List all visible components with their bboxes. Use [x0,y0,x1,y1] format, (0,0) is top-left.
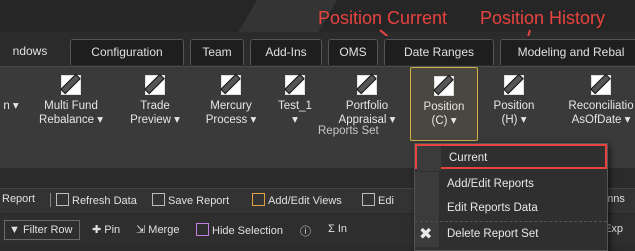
reconciliation-asofdate-button[interactable]: Reconciliatio AsOfDate ▾ [556,73,635,139]
ribbon-button-label: AsOfDate ▾ [571,114,631,126]
edit-label: Edi [378,195,394,207]
tab-add-ins[interactable]: Add-Ins [250,39,322,65]
ribbon-button-label: Test_1 [278,100,312,112]
position-current-button[interactable]: Position (C) ▾ [410,67,478,141]
multi-fund-rebalance-button[interactable]: Multi Fund Rebalance ▾ [30,73,112,139]
ribbon-button-label: (H) ▾ [501,114,527,126]
edit-report-icon [283,73,307,95]
ribbon-button-label: Process ▾ [205,114,257,126]
edit-data-icon [415,196,439,221]
sum-button[interactable]: Σ In [328,223,347,235]
add-edit-views-label: Add/Edit Views [268,195,342,207]
tab-configuration[interactable]: Configuration [70,39,184,65]
ribbon-button-label: Portfolio [345,100,389,112]
edit-report-icon [502,73,526,95]
refresh-label: Refresh Data [72,195,137,207]
hide-selection-button[interactable]: Hide Selection [196,223,283,237]
tab-modeling-and-rebalancing[interactable]: Modeling and Rebal [500,39,635,65]
sum-icon: Σ [328,223,338,235]
pin-label: Pin [104,224,121,236]
divider [50,193,51,207]
ribbon-button-label: Mercury [210,100,252,112]
filter-row-label: Filter Row [22,224,73,236]
ribbon-button-label: Reconciliatio [568,100,634,112]
edit-report-icon [589,73,613,95]
tab-team[interactable]: Team [190,39,244,65]
menu-item-edit-reports-data[interactable]: Edit Reports Data [415,196,607,222]
ribbon-button-label: Multi Fund [44,100,98,112]
menu-item-label: Edit Reports Data [447,202,538,214]
edit-report-icon [59,73,83,95]
save-label: Save Report [168,195,230,207]
table-add-icon [415,172,439,197]
position-current-dropdown: Current Add/Edit Reports Edit Reports Da… [414,143,608,251]
sum-label: In [337,223,348,235]
menu-item-add-edit-reports[interactable]: Add/Edit Reports [415,172,607,197]
merge-label: Merge [148,224,180,236]
ribbon-panel: n ▾ Multi Fund Rebalance ▾ Trade Preview… [0,66,635,153]
report-label: Report [2,193,36,205]
menu-item-label: Current [449,152,488,164]
edit-report-icon [432,74,456,96]
ribbon-button-label: Position [493,100,535,112]
refresh-data-button[interactable]: Refresh Data [56,193,137,207]
ribbon-button-label: Rebalance ▾ [39,114,103,126]
report-button[interactable]: Report [2,193,35,205]
menu-item-label: Add/Edit Reports [447,178,534,190]
refresh-icon [56,193,69,206]
ribbon-button-truncated[interactable]: n ▾ [0,73,26,139]
ribbon-button-label: Trade [140,100,170,112]
menu-item-current[interactable]: Current [415,144,607,171]
trade-preview-button[interactable]: Trade Preview ▾ [120,73,190,139]
ribbon-button-label: n ▾ [3,100,19,112]
edit-report-icon [417,146,441,171]
edit-report-icon [0,73,23,95]
position-history-button[interactable]: Position (H) ▾ [484,73,544,139]
ribbon-tab-bar: ndows Configuration Team Add-Ins OMS Dat… [0,36,635,66]
menu-item-label: Delete Report Set [447,228,539,240]
add-edit-views-button[interactable]: Add/Edit Views [252,193,342,207]
edit-report-icon [219,73,243,95]
tab-date-ranges[interactable]: Date Ranges [384,39,494,65]
ribbon-button-label: Preview ▾ [130,114,180,126]
menu-item-delete-report-set[interactable]: ✖ Delete Report Set [415,222,607,247]
pin-icon: ✚ [92,224,105,236]
hide-selection-label: Hide Selection [212,225,283,237]
merge-button[interactable]: ⇲ Merge [136,223,179,236]
pin-button[interactable]: ✚ Pin [92,223,120,236]
edit-icon [362,193,375,206]
ribbon-button-label: ▾ [292,114,298,126]
ribbon-button-label: Position [423,101,465,113]
mercury-process-button[interactable]: Mercury Process ▾ [196,73,266,139]
tab-oms[interactable]: OMS [328,39,378,65]
save-icon [152,193,165,206]
filter-row-button[interactable]: ▼ Filter Row [4,220,80,240]
hide-selection-icon [196,223,209,236]
test-1-button[interactable]: Test_1 ▾ [270,73,320,139]
merge-icon: ⇲ [136,224,149,236]
grid-icon [252,193,265,206]
ribbon-group-label: Reports Set [318,125,379,137]
edit-report-icon [355,73,379,95]
filter-icon: ▼ [9,224,23,236]
edit-report-icon [143,73,167,95]
tab-windows[interactable]: ndows [0,39,60,64]
edit-button[interactable]: Edi [362,193,394,207]
ribbon-button-label: (C) ▾ [431,115,457,127]
delete-x-icon: ✖ [415,222,439,247]
info-icon[interactable]: ⓘ [300,223,311,239]
save-report-button[interactable]: Save Report [152,193,229,207]
